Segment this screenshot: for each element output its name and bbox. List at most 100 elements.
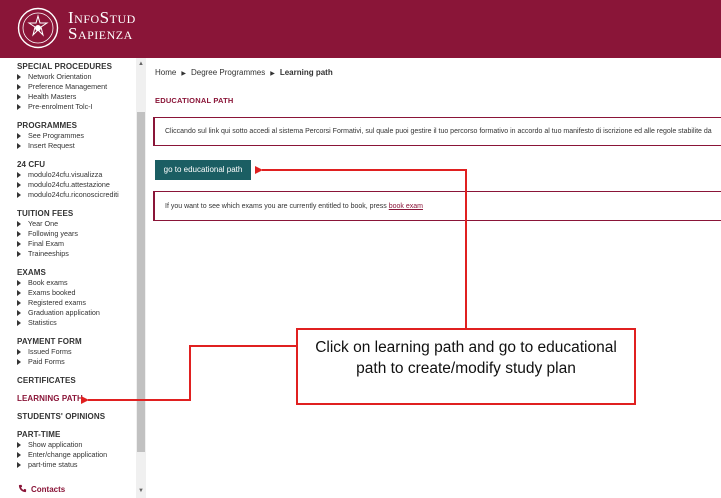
sidebar-item[interactable]: modulo24cfu.riconoscicrediti <box>17 190 137 200</box>
sidebar-item-label: modulo24cfu.riconoscicrediti <box>28 190 119 199</box>
caret-right-icon <box>17 182 21 188</box>
sidebar-item-label: modulo24cfu.attestazione <box>28 180 110 189</box>
sidebar-item[interactable]: Following years <box>17 229 137 239</box>
breadcrumb-home[interactable]: Home <box>155 68 176 77</box>
sidebar-section-students-opinions[interactable]: STUDENTS' OPINIONS <box>17 412 137 421</box>
scroll-up-arrow-icon[interactable]: ▲ <box>137 60 145 68</box>
callout-text: Click on learning path and go to educati… <box>315 339 617 377</box>
sidebar-scrollbar-thumb[interactable] <box>137 112 145 452</box>
sidebar-item-label: Graduation application <box>28 308 100 317</box>
sidebar-item[interactable]: Paid Forms <box>17 357 137 367</box>
scroll-down-arrow-icon[interactable]: ▼ <box>137 487 145 495</box>
sidebar-item[interactable]: part-time status <box>17 460 137 470</box>
sidebar-item-label: Preference Management <box>28 82 108 91</box>
sidebar-item[interactable]: Insert Request <box>17 141 137 151</box>
sidebar-item[interactable]: Pre-enrolment Tolc-I <box>17 102 137 112</box>
sidebar-item[interactable]: Show application <box>17 440 137 450</box>
sidebar-item[interactable]: modulo24cfu.visualizza <box>17 170 137 180</box>
sidebar-item-label: Health Masters <box>28 92 77 101</box>
sidebar-menu: SPECIAL PROCEDURES Network Orientation Pre… <box>17 62 137 470</box>
sidebar-item-label: Final Exam <box>28 239 64 248</box>
sidebar-item-label: Traineeships <box>28 249 69 258</box>
logo-line2: Sapienza <box>68 24 133 43</box>
sidebar-item[interactable]: Preference Management <box>17 82 137 92</box>
sidebar-item-label: Enter/change application <box>28 450 108 459</box>
sidebar-item-label: Paid Forms <box>28 357 65 366</box>
breadcrumb-separator-icon: ▶ <box>270 71 275 77</box>
caret-right-icon <box>17 231 21 237</box>
sidebar-section-exams[interactable]: EXAMS <box>17 268 137 277</box>
sidebar: SPECIAL PROCEDURES Network Orientation Pre… <box>0 58 146 498</box>
caret-right-icon <box>17 84 21 90</box>
app-header: InfoStud Sapienza <box>0 0 721 58</box>
sidebar-item-label: Statistics <box>28 318 57 327</box>
caret-right-icon <box>17 452 21 458</box>
info-text: Cliccando sul link qui sotto accedi al s… <box>165 128 712 135</box>
caret-right-icon <box>17 74 21 80</box>
sidebar-item[interactable]: Statistics <box>17 318 137 328</box>
caret-right-icon <box>17 359 21 365</box>
sidebar-section-24-cfu[interactable]: 24 CFU <box>17 160 137 169</box>
page-title: EDUCATIONAL PATH <box>155 96 234 105</box>
sapienza-seal-logo[interactable] <box>17 7 59 49</box>
sidebar-item-label: Exams booked <box>28 288 76 297</box>
caret-right-icon <box>17 320 21 326</box>
sidebar-item-label: See Programmes <box>28 131 84 140</box>
sidebar-section-tuition-fees[interactable]: TUITION FEES <box>17 209 137 218</box>
go-to-educational-path-button[interactable]: go to educational path <box>155 160 251 180</box>
sidebar-item[interactable]: Enter/change application <box>17 450 137 460</box>
book-exam-link[interactable]: book exam <box>389 203 423 210</box>
contacts-label: Contacts <box>31 485 66 494</box>
sidebar-item-label: Registered exams <box>28 298 86 307</box>
sidebar-item-label: Following years <box>28 229 78 238</box>
caret-right-icon <box>17 280 21 286</box>
caret-right-icon <box>17 310 21 316</box>
sidebar-item[interactable]: Graduation application <box>17 308 137 318</box>
contacts-link[interactable]: Contacts <box>18 484 65 494</box>
sidebar-section-payment-form[interactable]: PAYMENT FORM <box>17 337 137 346</box>
breadcrumb-current: Learning path <box>279 68 333 77</box>
sidebar-item[interactable]: Registered exams <box>17 298 137 308</box>
exam-text-line: If you want to see which exams you are c… <box>165 203 423 210</box>
caret-right-icon <box>17 104 21 110</box>
sidebar-section-certificates[interactable]: CERTIFICATES <box>17 376 137 385</box>
sidebar-item[interactable]: Issued Forms <box>17 347 137 357</box>
sidebar-item[interactable]: Exams booked <box>17 288 137 298</box>
sidebar-item-label: Network Orientation <box>28 72 92 81</box>
sidebar-item-label: modulo24cfu.visualizza <box>28 170 103 179</box>
sidebar-item-label: Pre-enrolment Tolc-I <box>28 102 93 111</box>
caret-right-icon <box>17 143 21 149</box>
caret-right-icon <box>17 94 21 100</box>
sidebar-section-learning-path[interactable]: LEARNING PATH <box>17 394 137 403</box>
sidebar-item[interactable]: Year One <box>17 219 137 229</box>
caret-right-icon <box>17 221 21 227</box>
logo-text[interactable]: InfoStud Sapienza <box>68 9 136 43</box>
annotation-callout: Click on learning path and go to educati… <box>296 328 636 405</box>
sidebar-item-label: Book exams <box>28 278 68 287</box>
caret-right-icon <box>17 251 21 257</box>
breadcrumb-degree-programmes[interactable]: Degree Programmes <box>191 68 265 77</box>
sidebar-item[interactable]: See Programmes <box>17 131 137 141</box>
sidebar-item[interactable]: Book exams <box>17 278 137 288</box>
sidebar-section-programmes[interactable]: PROGRAMMES <box>17 121 137 130</box>
caret-right-icon <box>17 442 21 448</box>
sidebar-item[interactable]: Health Masters <box>17 92 137 102</box>
sidebar-item-label: Issued Forms <box>28 347 72 356</box>
caret-right-icon <box>17 349 21 355</box>
exam-text: If you want to see which exams you are c… <box>165 203 387 210</box>
sidebar-item[interactable]: Traineeships <box>17 249 137 259</box>
sidebar-item[interactable]: Network Orientation <box>17 72 137 82</box>
caret-right-icon <box>17 462 21 468</box>
sidebar-section-special-procedures[interactable]: SPECIAL PROCEDURES <box>17 62 137 71</box>
caret-right-icon <box>17 241 21 247</box>
sidebar-item-label: Year One <box>28 219 59 228</box>
sidebar-item-label: Insert Request <box>28 141 75 150</box>
caret-right-icon <box>17 290 21 296</box>
caret-right-icon <box>17 133 21 139</box>
sidebar-section-part-time[interactable]: PART-TIME <box>17 430 137 439</box>
phone-icon <box>18 484 27 493</box>
caret-right-icon <box>17 172 21 178</box>
sidebar-item[interactable]: Final Exam <box>17 239 137 249</box>
breadcrumb-separator-icon: ▶ <box>181 71 186 77</box>
sidebar-item[interactable]: modulo24cfu.attestazione <box>17 180 137 190</box>
